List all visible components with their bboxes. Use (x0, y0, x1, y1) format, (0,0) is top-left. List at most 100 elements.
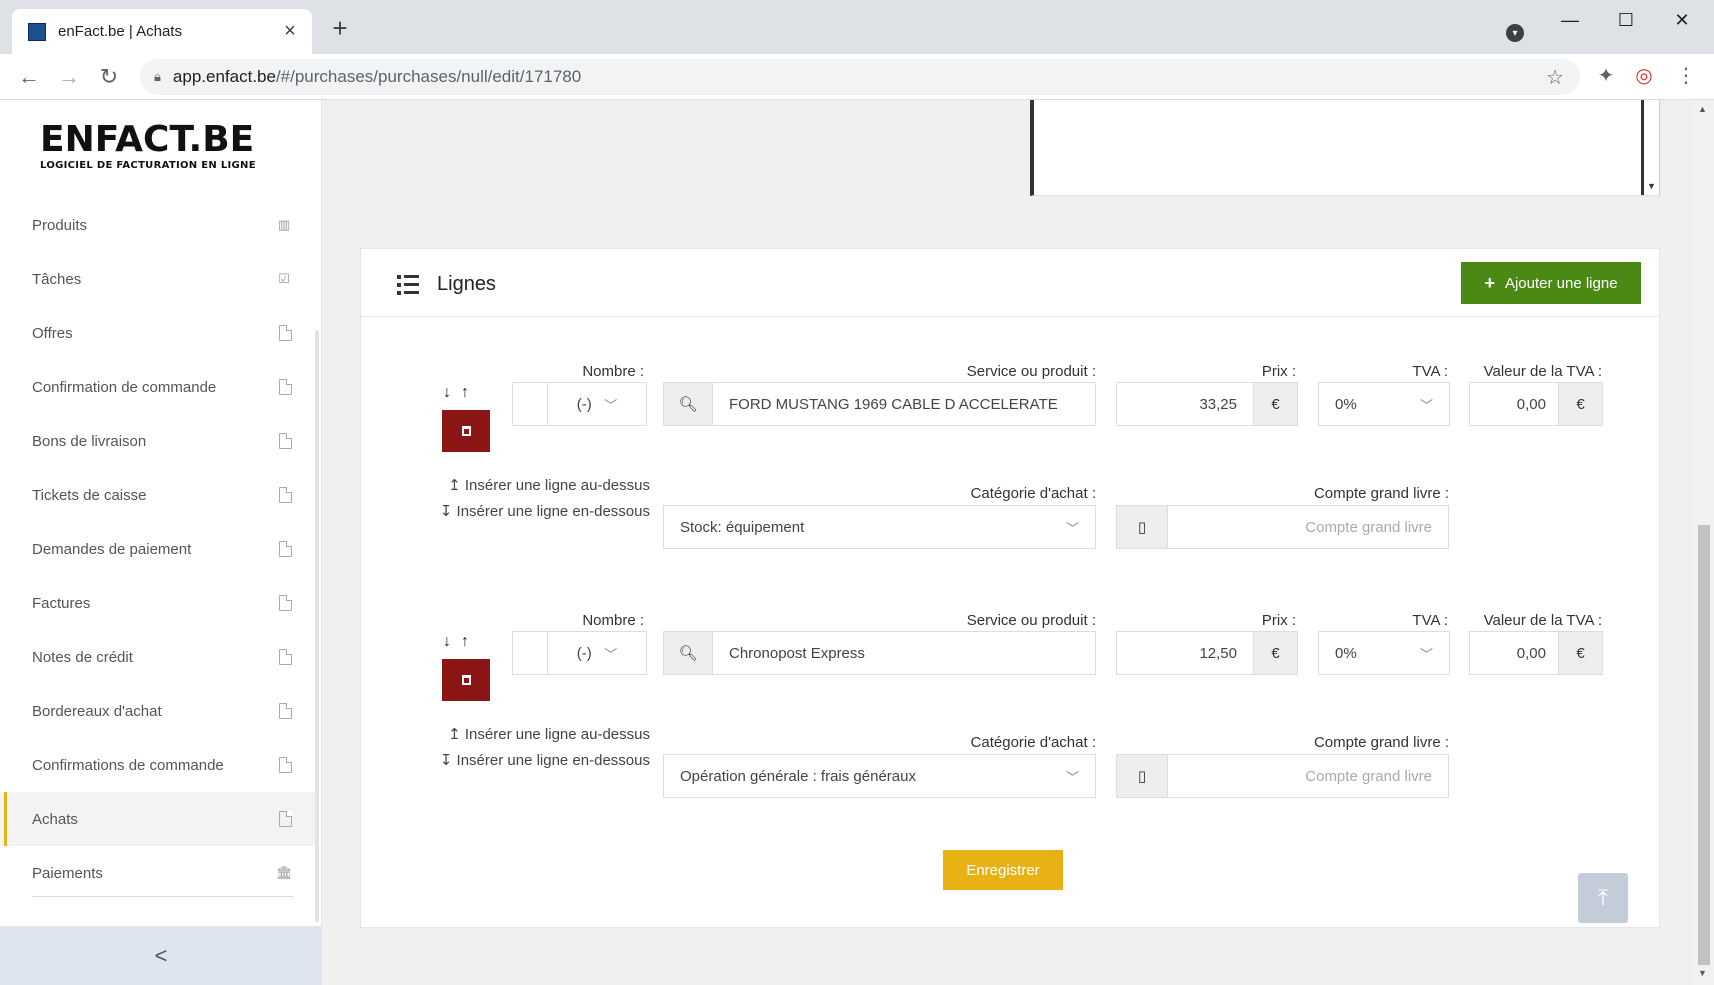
back-icon[interactable]: ← (14, 62, 44, 92)
bookmark-star-icon[interactable]: ☆ (1546, 65, 1564, 90)
nombre-prefix[interactable] (512, 631, 548, 675)
prix-label: Prix : (1261, 363, 1296, 380)
forward-icon[interactable]: → (54, 62, 84, 92)
chevron-down-icon: ﹀ (1419, 646, 1433, 662)
prix-input[interactable]: 33,25 (1116, 382, 1254, 426)
trash-icon (461, 426, 471, 436)
reload-icon[interactable]: ↻ (94, 62, 124, 92)
categorie-value: Stock: équipement (680, 518, 805, 536)
service-input[interactable]: FORD MUSTANG 1969 CABLE D ACCELERATE (712, 382, 1096, 426)
save-button[interactable]: Enregistrer (943, 850, 1063, 890)
scroll-down-icon[interactable]: ▼ (1647, 181, 1656, 191)
address-bar[interactable]: 🔒︎ app.enfact.be/#/purchases/purchases/n… (140, 59, 1580, 95)
categorie-label: Catégorie d'achat : (970, 485, 1096, 502)
insert-above-link[interactable]: ↥ Insérer une ligne au-dessus (400, 476, 650, 494)
sidebar-item-notes-credit[interactable]: Notes de crédit (0, 630, 318, 684)
notes-textarea[interactable]: ▼ (1030, 100, 1660, 196)
nombre-select[interactable]: (-) ﹀ (547, 382, 647, 426)
book-icon-button[interactable]: ▯ (1116, 505, 1168, 549)
sidebar-item-produits[interactable]: Produits ▥ (0, 198, 318, 252)
compte-input[interactable]: Compte grand livre (1167, 505, 1449, 549)
insert-below-label: Insérer une ligne en-dessous (456, 752, 650, 769)
insert-below-link[interactable]: ↧ Insérer une ligne en-dessous (400, 751, 650, 769)
categorie-label: Catégorie d'achat : (970, 734, 1096, 751)
sidebar-collapse-button[interactable]: < (0, 926, 322, 985)
browser-tab[interactable]: enFact.be | Achats × (12, 9, 312, 54)
add-line-button[interactable]: + Ajouter une ligne (1461, 262, 1641, 304)
scroll-up-icon[interactable]: ▲ (1698, 104, 1707, 114)
close-window-icon[interactable]: ✕ (1654, 0, 1710, 40)
sidebar-item-label: Confirmations de commande (32, 756, 224, 774)
clipboard-check-icon: ☑ (278, 271, 290, 286)
sidebar-item-confirmation-commande[interactable]: Confirmation de commande (0, 360, 318, 414)
prix-value: 33,25 (1199, 395, 1237, 413)
move-down-up-icons[interactable]: ↓↑ (443, 384, 479, 402)
compte-input[interactable]: Compte grand livre (1167, 754, 1449, 798)
currency-addon: € (1253, 631, 1298, 675)
sidebar-item-paiements[interactable]: Paiements 🏛︎ (0, 846, 318, 900)
bank-icon: 🏛︎ (276, 865, 293, 880)
search-icon-button[interactable]: 🔍︎ (663, 631, 713, 675)
textarea-scrollbar[interactable]: ▼ (1641, 100, 1659, 195)
maximize-icon[interactable]: ☐ (1598, 0, 1654, 40)
search-icon: 🔍︎ (678, 645, 698, 662)
delete-line-button[interactable] (442, 659, 490, 701)
search-icon-button[interactable]: 🔍︎ (663, 382, 713, 426)
sidebar-item-bordereaux-achat[interactable]: Bordereaux d'achat (0, 684, 318, 738)
new-tab-icon[interactable]: + (326, 14, 354, 42)
sidebar-item-tickets-caisse[interactable]: Tickets de caisse (0, 468, 318, 522)
tab-search-icon[interactable]: ▾ (1506, 24, 1524, 42)
categorie-select[interactable]: Opération générale : frais généraux ﹀ (663, 754, 1096, 798)
book-icon: ▯ (1137, 768, 1147, 785)
insert-below-link[interactable]: ↧ Insérer une ligne en-dessous (400, 502, 650, 520)
card-title: Lignes (437, 273, 496, 295)
chevron-down-icon: ﹀ (1419, 397, 1433, 413)
prix-input[interactable]: 12,50 (1116, 631, 1254, 675)
lines-card: Lignes + Ajouter une ligne (360, 248, 1660, 928)
sidebar-item-label: Tâches (32, 270, 82, 288)
sidebar-item-offres[interactable]: Offres (0, 306, 318, 360)
sidebar-item-label: Confirmation de commande (32, 378, 217, 396)
book-icon-button[interactable]: ▯ (1116, 754, 1168, 798)
sidebar-item-achats[interactable]: Achats (0, 792, 318, 846)
minimize-icon[interactable]: — (1542, 0, 1598, 40)
menu-kebab-icon[interactable]: ⋮ (1672, 63, 1700, 91)
sidebar-scrollbar[interactable] (315, 330, 319, 922)
categorie-select[interactable]: Stock: équipement ﹀ (663, 505, 1096, 549)
tva-select[interactable]: 0% ﹀ (1318, 382, 1450, 426)
sidebar-item-confirmations-commande[interactable]: Confirmations de commande (0, 738, 318, 792)
tva-select[interactable]: 0% ﹀ (1318, 631, 1450, 675)
insert-below-label: Insérer une ligne en-dessous (456, 503, 650, 520)
sidebar-item-taches[interactable]: Tâches ☑ (0, 252, 318, 306)
app-logo[interactable]: ENFACT.BE LOGICIEL DE FACTURATION EN LIG… (40, 122, 256, 172)
close-tab-icon[interactable]: × (280, 20, 300, 43)
plus-icon: + (1484, 272, 1495, 293)
nombre-select[interactable]: (-) ﹀ (547, 631, 647, 675)
scroll-to-top-button[interactable]: ⤒ (1578, 873, 1628, 923)
sidebar-item-label: Produits (32, 216, 88, 234)
trash-icon (461, 675, 471, 685)
sidebar-item-factures[interactable]: Factures (0, 576, 318, 630)
page-scrollbar-thumb[interactable] (1698, 525, 1710, 965)
delete-line-button[interactable] (442, 410, 490, 452)
currency-addon: € (1558, 631, 1603, 675)
site-favicon-icon (28, 22, 46, 41)
nombre-prefix[interactable] (512, 382, 548, 426)
sidebar-item-bons-livraison[interactable]: Bons de livraison (0, 414, 318, 468)
valeur-tva-value: 0,00 (1516, 395, 1546, 413)
move-down-up-icons[interactable]: ↓↑ (443, 633, 479, 651)
chevron-left-icon: < (154, 942, 168, 968)
scroll-down-icon[interactable]: ▼ (1698, 968, 1707, 978)
arrow-up-icon: ⤒ (1598, 885, 1608, 910)
extension-circle-icon[interactable]: ◎ (1630, 63, 1658, 91)
pdf-icon (279, 487, 292, 503)
pdf-icon (279, 703, 292, 719)
insert-above-label: Insérer une ligne au-dessus (464, 477, 650, 494)
extensions-icon[interactable]: ✦ (1592, 63, 1620, 91)
service-input[interactable]: Chronopost Express (712, 631, 1096, 675)
insert-above-link[interactable]: ↥ Insérer une ligne au-dessus (400, 725, 650, 743)
chevron-down-icon: ﹀ (1065, 520, 1079, 536)
sidebar-item-demandes-paiement[interactable]: Demandes de paiement (0, 522, 318, 576)
nombre-label: Nombre : (582, 612, 644, 629)
valeur-tva-input: 0,00 (1469, 631, 1559, 675)
